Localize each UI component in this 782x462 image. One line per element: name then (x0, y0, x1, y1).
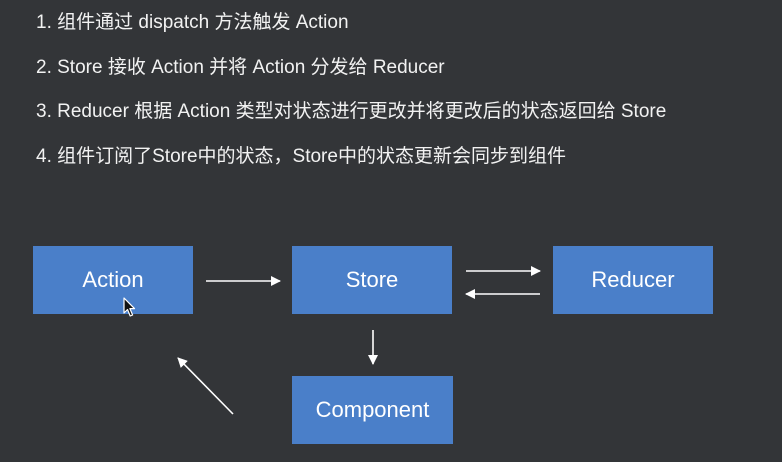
arrow-component-to-action (177, 357, 234, 415)
reducer-node: Reducer (553, 246, 713, 314)
mouse-pointer-icon (123, 297, 136, 317)
store-node-label: Store (345, 267, 399, 292)
action-node-label: Action (82, 267, 144, 292)
action-node: Action (33, 246, 193, 314)
component-node: Component (292, 376, 453, 444)
store-node: Store (292, 246, 452, 314)
reducer-node-label: Reducer (591, 267, 675, 292)
component-node-label: Component (315, 397, 430, 422)
slide: 1. 组件通过 dispatch 方法触发 Action 2. Store 接收… (0, 0, 782, 462)
